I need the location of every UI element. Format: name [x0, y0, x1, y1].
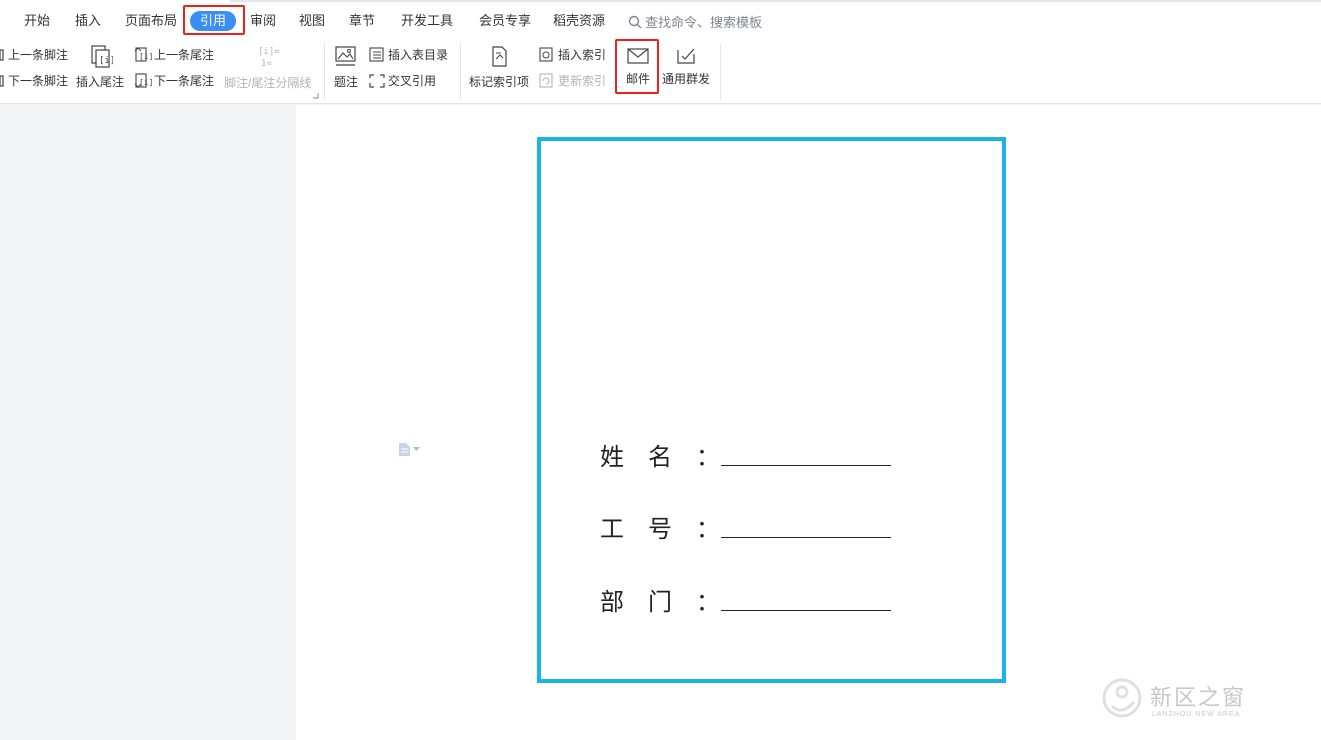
insert-table-of-figures-label: 插入表目录	[388, 48, 449, 62]
ribbon-separator	[720, 44, 721, 100]
caption-label: 题注	[334, 75, 359, 89]
insert-table-of-figures-button[interactable]: 插入表目录	[368, 47, 448, 63]
references-ribbon: 上一条脚注 下一条脚注 [i] 插入尾注 [i] 上一条尾注 [i] 下一条尾注…	[0, 39, 1321, 104]
id-field-line[interactable]	[721, 537, 891, 538]
mark-index-entry-label: 标记索引项	[469, 75, 530, 89]
command-search[interactable]: 查找命令、搜索模板	[628, 12, 762, 31]
next-endnote-label: 下一条尾注	[154, 74, 215, 88]
separator-line-icon: [i]= 1=	[258, 47, 280, 69]
prev-endnote-button[interactable]: [i] 上一条尾注	[134, 47, 214, 63]
insert-index-icon	[539, 47, 553, 62]
next-footnote-label: 下一条脚注	[8, 74, 69, 88]
watermark-logo-icon	[1102, 678, 1142, 718]
tab-chapter[interactable]: 章节	[349, 12, 375, 30]
tab-home[interactable]: 开始	[24, 12, 50, 30]
group-expand-icon[interactable]	[313, 93, 319, 99]
table-of-figures-icon	[369, 47, 384, 62]
mail-highlight-box	[615, 39, 659, 94]
insert-endnote-icon: [i]	[91, 45, 113, 68]
cross-reference-icon	[369, 74, 385, 88]
dept-field-line[interactable]	[721, 610, 891, 611]
tab-docer-resources[interactable]: 稻壳资源	[553, 12, 605, 30]
name-field-line[interactable]	[721, 465, 891, 466]
watermark-subtext: LANZHOU NEW AREA	[1152, 711, 1241, 718]
footnote-separator-button[interactable]: [i]= 1= 脚注/尾注分隔线	[224, 44, 311, 91]
ribbon-separator	[324, 44, 325, 100]
tab-insert[interactable]: 插入	[75, 12, 101, 30]
tab-review[interactable]: 审阅	[250, 12, 276, 30]
svg-text:1=: 1=	[261, 59, 272, 69]
insert-index-label: 插入索引	[558, 48, 607, 62]
cross-reference-label: 交叉引用	[388, 74, 437, 88]
ribbon-separator	[460, 44, 461, 100]
svg-text:[i]: [i]	[139, 52, 152, 61]
prev-endnote-label: 上一条尾注	[154, 48, 215, 62]
tab-highlight-box	[183, 5, 245, 35]
insert-index-button[interactable]: 插入索引	[538, 47, 606, 63]
insert-endnote-button[interactable]: [i] 插入尾注	[76, 45, 124, 90]
separator-line-label: 脚注/尾注分隔线	[224, 76, 312, 90]
prev-footnote-icon	[0, 49, 4, 61]
next-footnote-button[interactable]: 下一条脚注	[0, 73, 68, 89]
left-navigation-pane	[0, 105, 296, 740]
top-divider	[230, 0, 1321, 2]
caption-button[interactable]: 题注	[334, 45, 358, 90]
next-footnote-icon	[0, 75, 4, 87]
chevron-down-icon	[413, 447, 420, 451]
name-field-label: 姓 名 ：	[600, 443, 720, 471]
next-endnote-button[interactable]: [i] 下一条尾注	[134, 73, 214, 89]
id-field-label: 工 号 ：	[600, 515, 720, 543]
document-icon	[399, 443, 410, 456]
menu-tab-bar: 开始 插入 页面布局 引用 审阅 视图 章节 开发工具 会员专享 稻壳资源 查找…	[0, 0, 1321, 40]
mass-send-label: 通用群发	[662, 72, 711, 86]
tab-page-layout[interactable]: 页面布局	[125, 12, 177, 30]
search-icon	[628, 15, 642, 28]
svg-text:[i]: [i]	[139, 78, 152, 87]
cross-reference-button[interactable]: 交叉引用	[368, 73, 436, 89]
mark-index-entry-button[interactable]: 标记索引项	[469, 45, 529, 90]
next-endnote-icon: [i]	[134, 73, 152, 88]
svg-text:[i]=: [i]=	[258, 47, 280, 57]
dept-field-label: 部 门 ：	[600, 588, 720, 616]
prev-endnote-icon: [i]	[134, 47, 152, 62]
mass-send-icon	[677, 48, 695, 64]
watermark-text: 新区之窗	[1150, 686, 1247, 711]
caption-image-icon	[335, 46, 356, 66]
paragraph-layout-handle[interactable]	[398, 442, 420, 457]
search-placeholder: 查找命令、搜索模板	[645, 15, 763, 30]
tab-member[interactable]: 会员专享	[479, 12, 531, 30]
mass-send-button[interactable]: 通用群发	[662, 46, 710, 87]
update-index-label: 更新索引	[558, 74, 607, 88]
tab-view[interactable]: 视图	[299, 12, 325, 30]
update-index-icon	[539, 73, 553, 88]
insert-endnote-label: 插入尾注	[76, 75, 125, 89]
update-index-button[interactable]: 更新索引	[538, 73, 606, 89]
tab-developer-tools[interactable]: 开发工具	[401, 12, 453, 30]
prev-footnote-button[interactable]: 上一条脚注	[0, 47, 68, 63]
mark-index-icon	[492, 46, 507, 67]
svg-text:[i]: [i]	[99, 56, 113, 66]
prev-footnote-label: 上一条脚注	[8, 48, 69, 62]
